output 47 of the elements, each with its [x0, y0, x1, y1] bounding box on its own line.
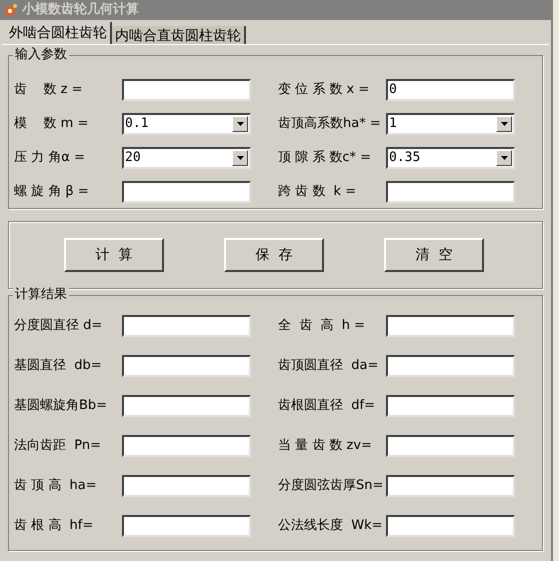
field-label: 分度圆直径 d= — [14, 317, 104, 336]
field-label: 压 力 角α = — [14, 149, 86, 168]
field-label: 齿根圆直径 df= — [278, 397, 376, 416]
action-button[interactable]: 计 算 — [64, 238, 164, 272]
field-label: 螺 旋 角 β = — [14, 183, 90, 202]
input-field[interactable]: 0 — [386, 79, 515, 101]
input-field[interactable] — [122, 181, 251, 203]
field-label: 全 齿 高 h = — [278, 317, 366, 336]
input-field[interactable] — [386, 515, 515, 537]
field-label: 齿顶高系数ha* = — [278, 115, 382, 134]
field-label: 分度圆弦齿厚Sn= — [278, 477, 384, 496]
field-label: 顶 隙 系 数c* = — [278, 149, 372, 168]
dropdown[interactable]: 1 — [386, 113, 515, 135]
input-field[interactable] — [122, 79, 251, 101]
field-label: 法向齿距 Pn= — [14, 437, 102, 456]
input-field[interactable] — [122, 355, 251, 377]
field-label: 当 量 齿 数 zv= — [278, 437, 373, 456]
action-button[interactable]: 清 空 — [384, 238, 484, 272]
app-icon — [4, 3, 18, 17]
field-label: 公法线长度 Wk= — [278, 517, 384, 536]
input-field[interactable] — [122, 515, 251, 537]
field-label: 跨 齿 数 k = — [278, 183, 358, 202]
action-button[interactable]: 保 存 — [224, 238, 324, 272]
window-title: 小模数齿轮几何计算 — [22, 1, 139, 20]
field-label: 基圆直径 db= — [14, 357, 103, 376]
tab[interactable]: 内啮合直齿圆柱齿轮 — [112, 26, 246, 44]
input-field[interactable] — [386, 475, 515, 497]
tab[interactable]: 外啮合圆柱齿轮 — [6, 22, 112, 44]
input-field[interactable] — [386, 355, 515, 377]
input-field[interactable] — [386, 181, 515, 203]
field-label: 模 数 m = — [14, 115, 90, 134]
input-field[interactable] — [386, 395, 515, 417]
field-label: 齿 根 高 hf= — [14, 517, 94, 536]
input-field[interactable] — [386, 315, 515, 337]
field-label: 基圆螺旋角Bb= — [14, 397, 108, 416]
field-label: 齿 数 z = — [14, 81, 84, 100]
input-field[interactable] — [122, 475, 251, 497]
field-label: 变 位 系 数 x = — [278, 81, 370, 100]
input-field[interactable] — [122, 315, 251, 337]
field-label: 齿顶圆直径 da= — [278, 357, 380, 376]
input-field[interactable] — [386, 435, 515, 457]
input-field[interactable] — [122, 435, 251, 457]
dropdown[interactable]: 20 — [122, 147, 251, 169]
dropdown[interactable]: 0.1 — [122, 113, 251, 135]
dropdown[interactable]: 0.35 — [386, 147, 515, 169]
field-label: 齿 顶 高 ha= — [14, 477, 98, 496]
input-field[interactable] — [122, 395, 251, 417]
